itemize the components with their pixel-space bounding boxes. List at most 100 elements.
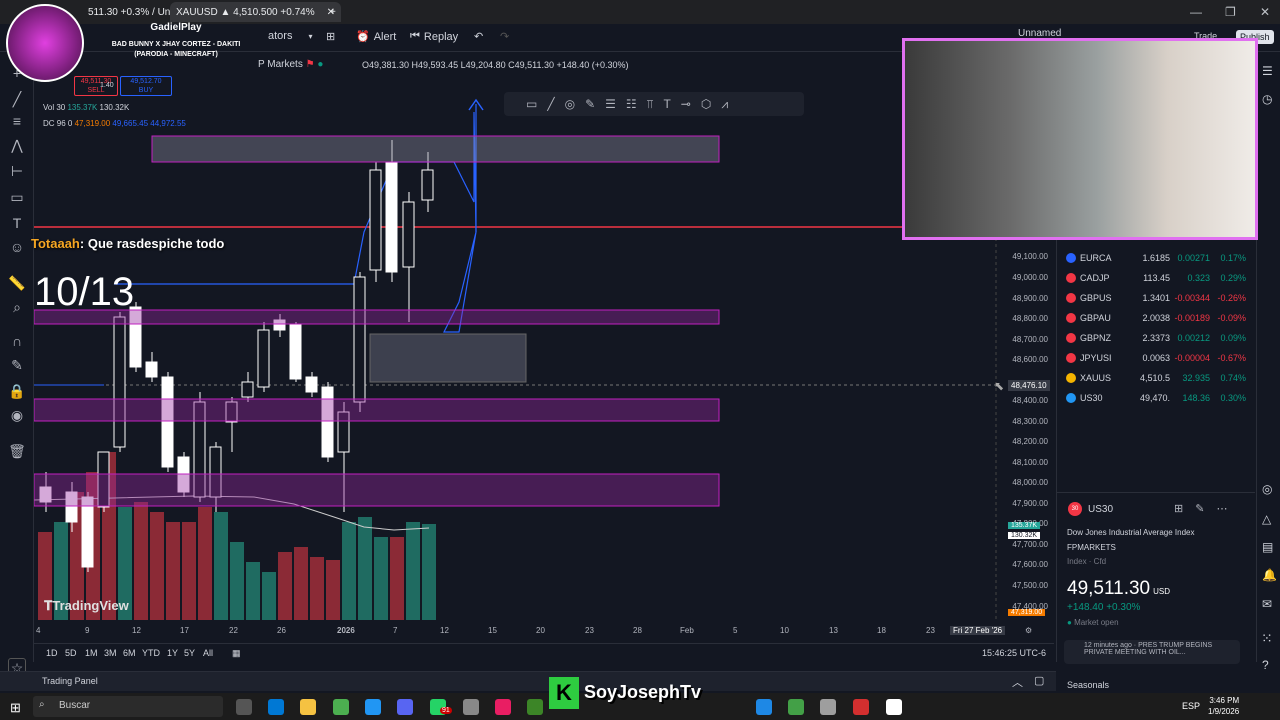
calendar-icon[interactable]: ▤ [1262,540,1273,554]
tf-3m[interactable]: 3M [104,648,117,658]
seasonals-heading[interactable]: Seasonals [1067,680,1109,690]
system-clock[interactable]: 3:46 PM 1/9/2026 [1208,695,1239,717]
notes-icon[interactable]: ✉ [1262,597,1272,611]
collapse-up-icon[interactable]: ︿ [1012,674,1023,690]
fork-icon[interactable]: ⫪ [647,97,654,112]
text-icon[interactable]: T [8,214,26,232]
windows-start-icon[interactable]: ⊞ [10,700,21,716]
magnet-icon[interactable]: ∩ [8,332,26,350]
tf-all[interactable]: All [203,648,213,658]
grid-icon[interactable]: ⊞ [1174,502,1183,515]
apps-grid-icon[interactable]: ⁙ [1261,630,1273,647]
app-icon[interactable] [853,699,869,715]
edit-icon[interactable]: ✎ [1195,502,1204,515]
close-window-icon[interactable]: ✕ [1260,5,1270,19]
watchlist-row[interactable]: GBPAU 2.0038 -0.00189 -0.09% [1066,309,1246,327]
restore-icon[interactable]: ❐ [1225,5,1236,19]
watchlist-row[interactable]: JPYUSI 0.0063 -0.00004 -0.67% [1066,349,1246,367]
undo-icon[interactable]: ↶ [474,30,483,43]
watchlist-row[interactable]: CADJP 113.45 0.323 0.29% [1066,269,1246,287]
tf-ytd[interactable]: YTD [142,648,160,658]
zoom-icon[interactable]: ⌕ [8,298,26,316]
emoji-icon[interactable]: ☺ [8,238,26,256]
app-icon[interactable] [495,699,511,715]
symbol-exchange[interactable]: P Markets ⚑ ● [258,59,323,70]
rectangle-icon[interactable]: ▭ [526,97,537,111]
bell-icon[interactable]: 🔔 [1262,568,1277,582]
maximize-panel-icon[interactable]: ▢ [1034,674,1044,687]
app-icon[interactable] [756,699,772,715]
chart-pane[interactable]: ▭ ╱ ◎ ✎ ☰ ☷ ⫪ T ⊸ ⬡ ⩘ P Markets ⚑ ● O49,381.30 H49… [31,52,1054,620]
ideas-icon[interactable]: ◎ [1262,482,1272,496]
tf-1y[interactable]: 1Y [167,648,178,658]
brush-tool-icon[interactable]: ✎ [585,97,595,111]
alert-button[interactable]: ⏰ Alert [356,30,396,44]
lock-icon[interactable]: 🔒 [8,382,26,400]
clock-readout[interactable]: 15:46:25 UTC-6 [982,648,1046,658]
tf-1d[interactable]: 1D [46,648,58,658]
copilot-icon[interactable] [268,699,284,715]
tf-5y[interactable]: 5Y [184,648,195,658]
discord-icon[interactable] [397,699,413,715]
shape-icon[interactable]: ⬡ [701,97,711,111]
pattern-icon[interactable]: ⋀ [8,136,26,154]
trading-panel-tab[interactable]: Trading Panel [42,676,98,686]
chrome-profile-icon[interactable] [365,699,381,715]
zone-purple-2[interactable] [34,398,720,422]
buy-button[interactable]: 49,512.70 BUY [120,76,172,96]
settings-list-icon[interactable]: ☷ [626,97,637,111]
lock-draw-icon[interactable]: ✎ [8,356,26,374]
trend-line-icon[interactable]: ╱ [8,90,26,108]
zone-grey-mid[interactable] [369,333,527,383]
path-icon[interactable]: ⩘ [721,97,728,112]
list-icon[interactable]: ☰ [605,97,616,111]
circle-icon[interactable]: ◎ [565,97,575,111]
calendar-icon[interactable]: ▦ [232,648,241,659]
watchlist-icon[interactable]: ☰ [1262,64,1273,78]
tf-5d[interactable]: 5D [65,648,77,658]
task-view-icon[interactable] [236,699,252,715]
zone-purple-3[interactable] [34,473,720,507]
eye-icon[interactable]: ◉ [8,406,26,424]
news-item[interactable]: 12 minutes ago · PRES TRUMP BEGINS PRIVA… [1064,640,1240,664]
layout-grid-icon[interactable]: ⊞ [326,30,335,43]
watchlist-row[interactable]: GBPNZ 2.3373 0.00212 0.09% [1066,329,1246,347]
tradingview-app-icon[interactable] [886,699,902,715]
help-icon[interactable]: ? [1262,658,1269,672]
text-tool-icon[interactable]: T [663,97,670,111]
watchlist-row[interactable]: GBPUS 1.3401 -0.00344 -0.26% [1066,289,1246,307]
app-icon[interactable] [463,699,479,715]
brush-icon[interactable]: ▭ [8,188,26,206]
more-icon[interactable]: ⋯ [1216,502,1227,515]
trash-icon[interactable]: 🗑 [8,442,26,460]
fib-icon[interactable]: ≡ [8,112,26,130]
language-indicator[interactable]: ESP [1182,701,1200,711]
details-symbol[interactable]: US30 [1088,504,1113,515]
app-icon[interactable] [820,699,836,715]
zone-purple-1[interactable] [34,309,720,325]
triangle-icon[interactable]: △ [1262,512,1271,526]
replay-button[interactable]: ⏮ Replay [410,30,458,43]
chrome-icon[interactable] [333,699,349,715]
tf-1m[interactable]: 1M [85,648,98,658]
watchlist-row[interactable]: EURCA 1.6185 0.00271 0.17% [1066,249,1246,267]
settings-gear-icon[interactable]: ⚙ [1025,626,1032,635]
zone-grey-top[interactable] [151,135,720,163]
alerts-clock-icon[interactable]: ◷ [1262,92,1272,106]
app-icon[interactable] [788,699,804,715]
new-tab-button[interactable]: + [330,2,336,22]
line-icon[interactable]: ╱ [547,97,554,111]
browser-tab-2[interactable]: XAUUSD ▲ 4,510.500 +0.74% ✕ [170,2,341,22]
file-explorer-icon[interactable] [300,699,316,715]
watchlist-row[interactable]: XAUUS 4,510.5 32.935 0.74% [1066,369,1246,387]
projection-icon[interactable]: ⊢ [8,162,26,180]
hline-icon[interactable]: ⊸ [681,97,691,111]
browser-tab-1[interactable]: 511.30 +0.3% / Un [88,2,170,22]
indicators-button[interactable]: ators ▾ [268,30,312,42]
watchlist-row[interactable]: US30 49,470. 148.36 0.30% [1066,389,1246,407]
taskbar-search[interactable]: ⌕ Buscar [33,696,223,717]
minecraft-icon[interactable] [527,699,543,715]
minimize-icon[interactable]: — [1190,5,1202,19]
redo-icon[interactable]: ↷ [500,30,509,43]
ruler-icon[interactable]: 📏 [8,274,26,292]
